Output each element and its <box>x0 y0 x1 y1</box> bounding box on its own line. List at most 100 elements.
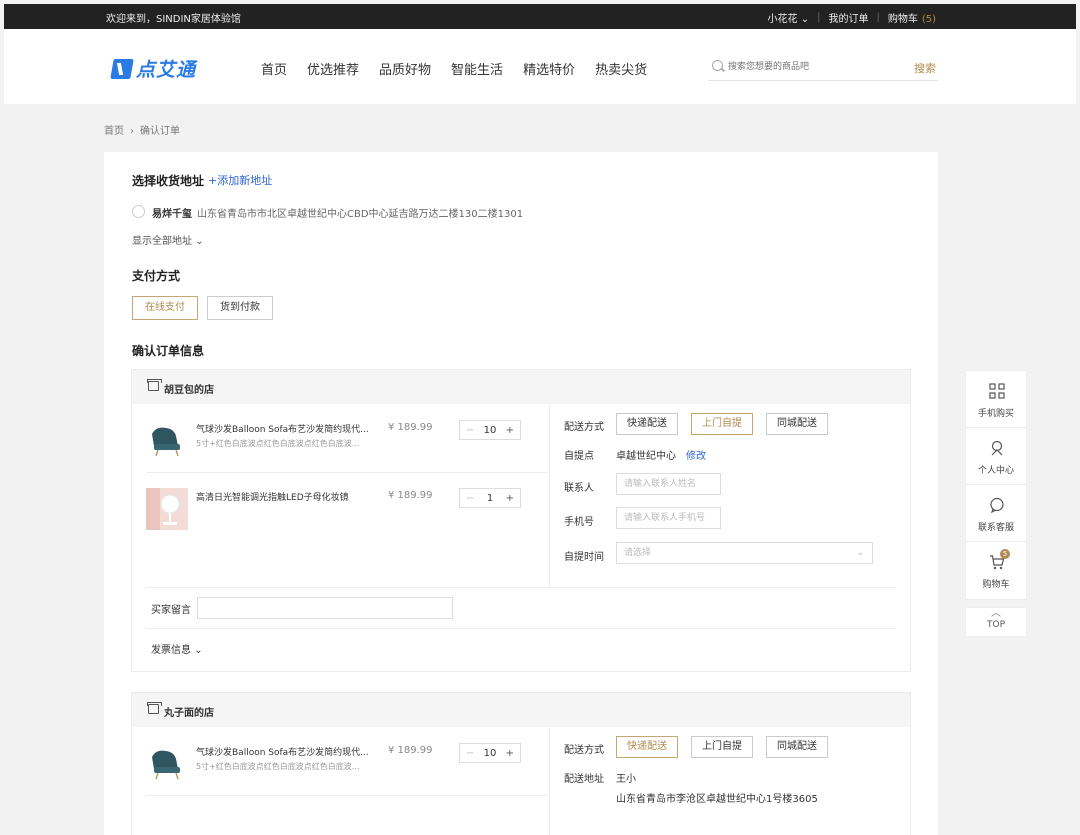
quantity-value[interactable]: 10 <box>484 425 497 436</box>
invoice-label: 发票信息 <box>151 645 191 656</box>
show-all-addresses[interactable]: 显示全部地址 ⌄ <box>132 232 204 247</box>
delivery-label: 配送方式 <box>564 745 604 756</box>
sofa-thumbnail <box>146 743 188 785</box>
user-center-button[interactable]: 个人中心 <box>966 428 1026 485</box>
divider <box>549 404 550 588</box>
modify-link[interactable]: 修改 <box>686 451 706 462</box>
divider <box>146 587 896 588</box>
increment-button[interactable]: + <box>506 425 514 436</box>
same-city-button[interactable]: 同城配送 <box>766 413 828 435</box>
add-address-link[interactable]: +添加新地址 <box>208 172 272 188</box>
chevron-down-icon: ⌄ <box>195 236 204 247</box>
breadcrumb-current: 确认订单 <box>140 126 180 137</box>
list-item: 高清日光智能调光指触LED子母化妆镜 ¥ 189.99 − 1 + <box>146 488 548 538</box>
item-price: ¥ 189.99 <box>388 745 433 756</box>
contact-label: 联系人 <box>564 483 594 494</box>
express-delivery-button[interactable]: 快递配送 <box>616 413 678 435</box>
contact-input[interactable]: 请输入联系人姓名 <box>616 473 721 495</box>
chevron-up-icon: ︿ <box>991 608 1001 619</box>
same-city-button[interactable]: 同城配送 <box>766 736 828 758</box>
user-name: 小花花 <box>767 14 798 25</box>
quantity-value[interactable]: 10 <box>484 748 497 759</box>
breadcrumb-home[interactable]: 首页 <box>104 126 124 137</box>
invoice-toggle[interactable]: 发票信息 ⌄ <box>151 641 203 656</box>
item-spec: 5寸+红色白底波点红色白底波点红色白底波... <box>196 762 360 771</box>
logo-mark-icon <box>110 58 134 79</box>
divider <box>146 628 896 629</box>
online-pay-button[interactable]: 在线支付 <box>132 296 198 320</box>
cod-button[interactable]: 货到付款 <box>207 296 273 320</box>
nav-item-quality[interactable]: 品质好物 <box>379 59 431 78</box>
cart-link[interactable]: 购物车 (5) <box>888 10 936 25</box>
sofa-thumbnail <box>146 420 188 462</box>
store-card: 丸子面的店 气球沙发Balloon Sofa布艺沙发简约现代... 5寸+红色白… <box>131 692 911 835</box>
delivery-address-detail: 山东省青岛市李沧区卓越世纪中心1号楼3605 <box>616 794 818 805</box>
user-icon <box>991 440 1003 456</box>
item-spec: 5寸+红色白底波点红色白底波点红色白底波... <box>196 439 360 448</box>
store-icon <box>147 379 162 391</box>
mobile-buy-button[interactable]: 手机购买 <box>966 371 1026 428</box>
quantity-stepper: − 10 + <box>459 420 521 440</box>
cart-badge: 5 <box>1000 549 1010 559</box>
search-button[interactable]: 搜索 <box>914 60 936 76</box>
pickup-time-placeholder: 请选择 <box>624 548 652 558</box>
decrement-button[interactable]: − <box>466 425 474 436</box>
pickup-button[interactable]: 上门自提 <box>691 413 753 435</box>
confirm-section-title: 确认订单信息 <box>132 344 205 358</box>
quantity-stepper: − 10 + <box>459 743 521 763</box>
quantity-value[interactable]: 1 <box>487 493 493 504</box>
list-item: 气球沙发Balloon Sofa布艺沙发简约现代... 5寸+红色白底波点红色白… <box>146 420 548 470</box>
main-nav: 首页 优选推荐 品质好物 智能生活 精选特价 热卖尖货 <box>261 59 647 78</box>
pickup-point-name: 卓越世纪中心 <box>616 451 676 462</box>
list-item: 气球沙发Balloon Sofa布艺沙发简约现代... 5寸+红色白底波点红色白… <box>146 743 548 793</box>
increment-button[interactable]: + <box>506 493 514 504</box>
decrement-button[interactable]: − <box>466 748 474 759</box>
delivery-label: 配送方式 <box>564 422 604 433</box>
user-center-label: 个人中心 <box>977 466 1014 476</box>
cart-button[interactable]: 5 购物车 <box>966 542 1026 599</box>
nav-item-deals[interactable]: 精选特价 <box>523 59 575 78</box>
address-radio[interactable] <box>132 205 145 218</box>
decrement-button[interactable]: − <box>466 493 474 504</box>
express-delivery-button[interactable]: 快递配送 <box>616 736 678 758</box>
pickup-point-value: 卓越世纪中心 修改 <box>616 447 706 462</box>
phone-label: 手机号 <box>564 517 594 528</box>
my-orders-link[interactable]: 我的订单 <box>828 10 868 25</box>
nav-item-recommend[interactable]: 优选推荐 <box>307 59 359 78</box>
order-panel: 选择收货地址 +添加新地址 易烊千玺 山东省青岛市市北区卓越世纪中心CBD中心延… <box>104 152 938 835</box>
site-header: 点艾通 首页 优选推荐 品质好物 智能生活 精选特价 热卖尖货 搜索 <box>4 29 1076 104</box>
increment-button[interactable]: + <box>506 748 514 759</box>
chevron-down-icon: ⌄ <box>194 645 203 656</box>
store-name: 胡豆包的店 <box>164 385 214 396</box>
chevron-down-icon: ⌄ <box>800 14 810 25</box>
nav-item-home[interactable]: 首页 <box>261 59 287 78</box>
item-title[interactable]: 气球沙发Balloon Sofa布艺沙发简约现代... <box>196 422 376 435</box>
address-section-title: 选择收货地址 <box>132 174 205 188</box>
show-all-label: 显示全部地址 <box>132 236 192 247</box>
buyer-note-input[interactable] <box>197 597 453 619</box>
logo[interactable]: 点艾通 <box>110 55 196 82</box>
store-card: 胡豆包的店 气球沙发Balloon Sofa布艺沙发简约现代... 5寸+红色白… <box>131 369 911 672</box>
nav-item-hot[interactable]: 热卖尖货 <box>595 59 647 78</box>
user-menu[interactable]: 小花花 ⌄ <box>768 10 810 25</box>
item-title[interactable]: 气球沙发Balloon Sofa布艺沙发简约现代... <box>196 745 376 758</box>
pickup-button[interactable]: 上门自提 <box>691 736 753 758</box>
customer-service-button[interactable]: 联系客服 <box>966 485 1026 542</box>
welcome-text: 欢迎来到，SINDIN家居体验馆 <box>106 14 241 25</box>
store-name: 丸子面的店 <box>164 708 214 719</box>
nav-item-smart[interactable]: 智能生活 <box>451 59 503 78</box>
pickup-point-label: 自提点 <box>564 451 594 462</box>
search-box: 搜索 <box>708 53 938 81</box>
phone-input[interactable]: 请输入联系人手机号 <box>616 507 721 529</box>
address-name: 易烊千玺 <box>152 209 192 220</box>
item-title[interactable]: 高清日光智能调光指触LED子母化妆镜 <box>196 490 376 503</box>
pickup-time-select[interactable]: 请选择 ⌄ <box>616 542 873 564</box>
payment-section-title: 支付方式 <box>132 269 181 283</box>
delivery-address-name: 王小 <box>616 774 636 785</box>
search-input[interactable] <box>728 57 888 77</box>
address-detail: 山东省青岛市市北区卓越世纪中心CBD中心延吉路万达二楼130二楼1301 <box>197 209 524 220</box>
back-to-top-button[interactable]: ︿ TOP <box>965 607 1027 637</box>
quantity-stepper: − 1 + <box>459 488 521 508</box>
store-header: 胡豆包的店 <box>132 370 910 404</box>
cart-count: (5) <box>921 14 936 25</box>
